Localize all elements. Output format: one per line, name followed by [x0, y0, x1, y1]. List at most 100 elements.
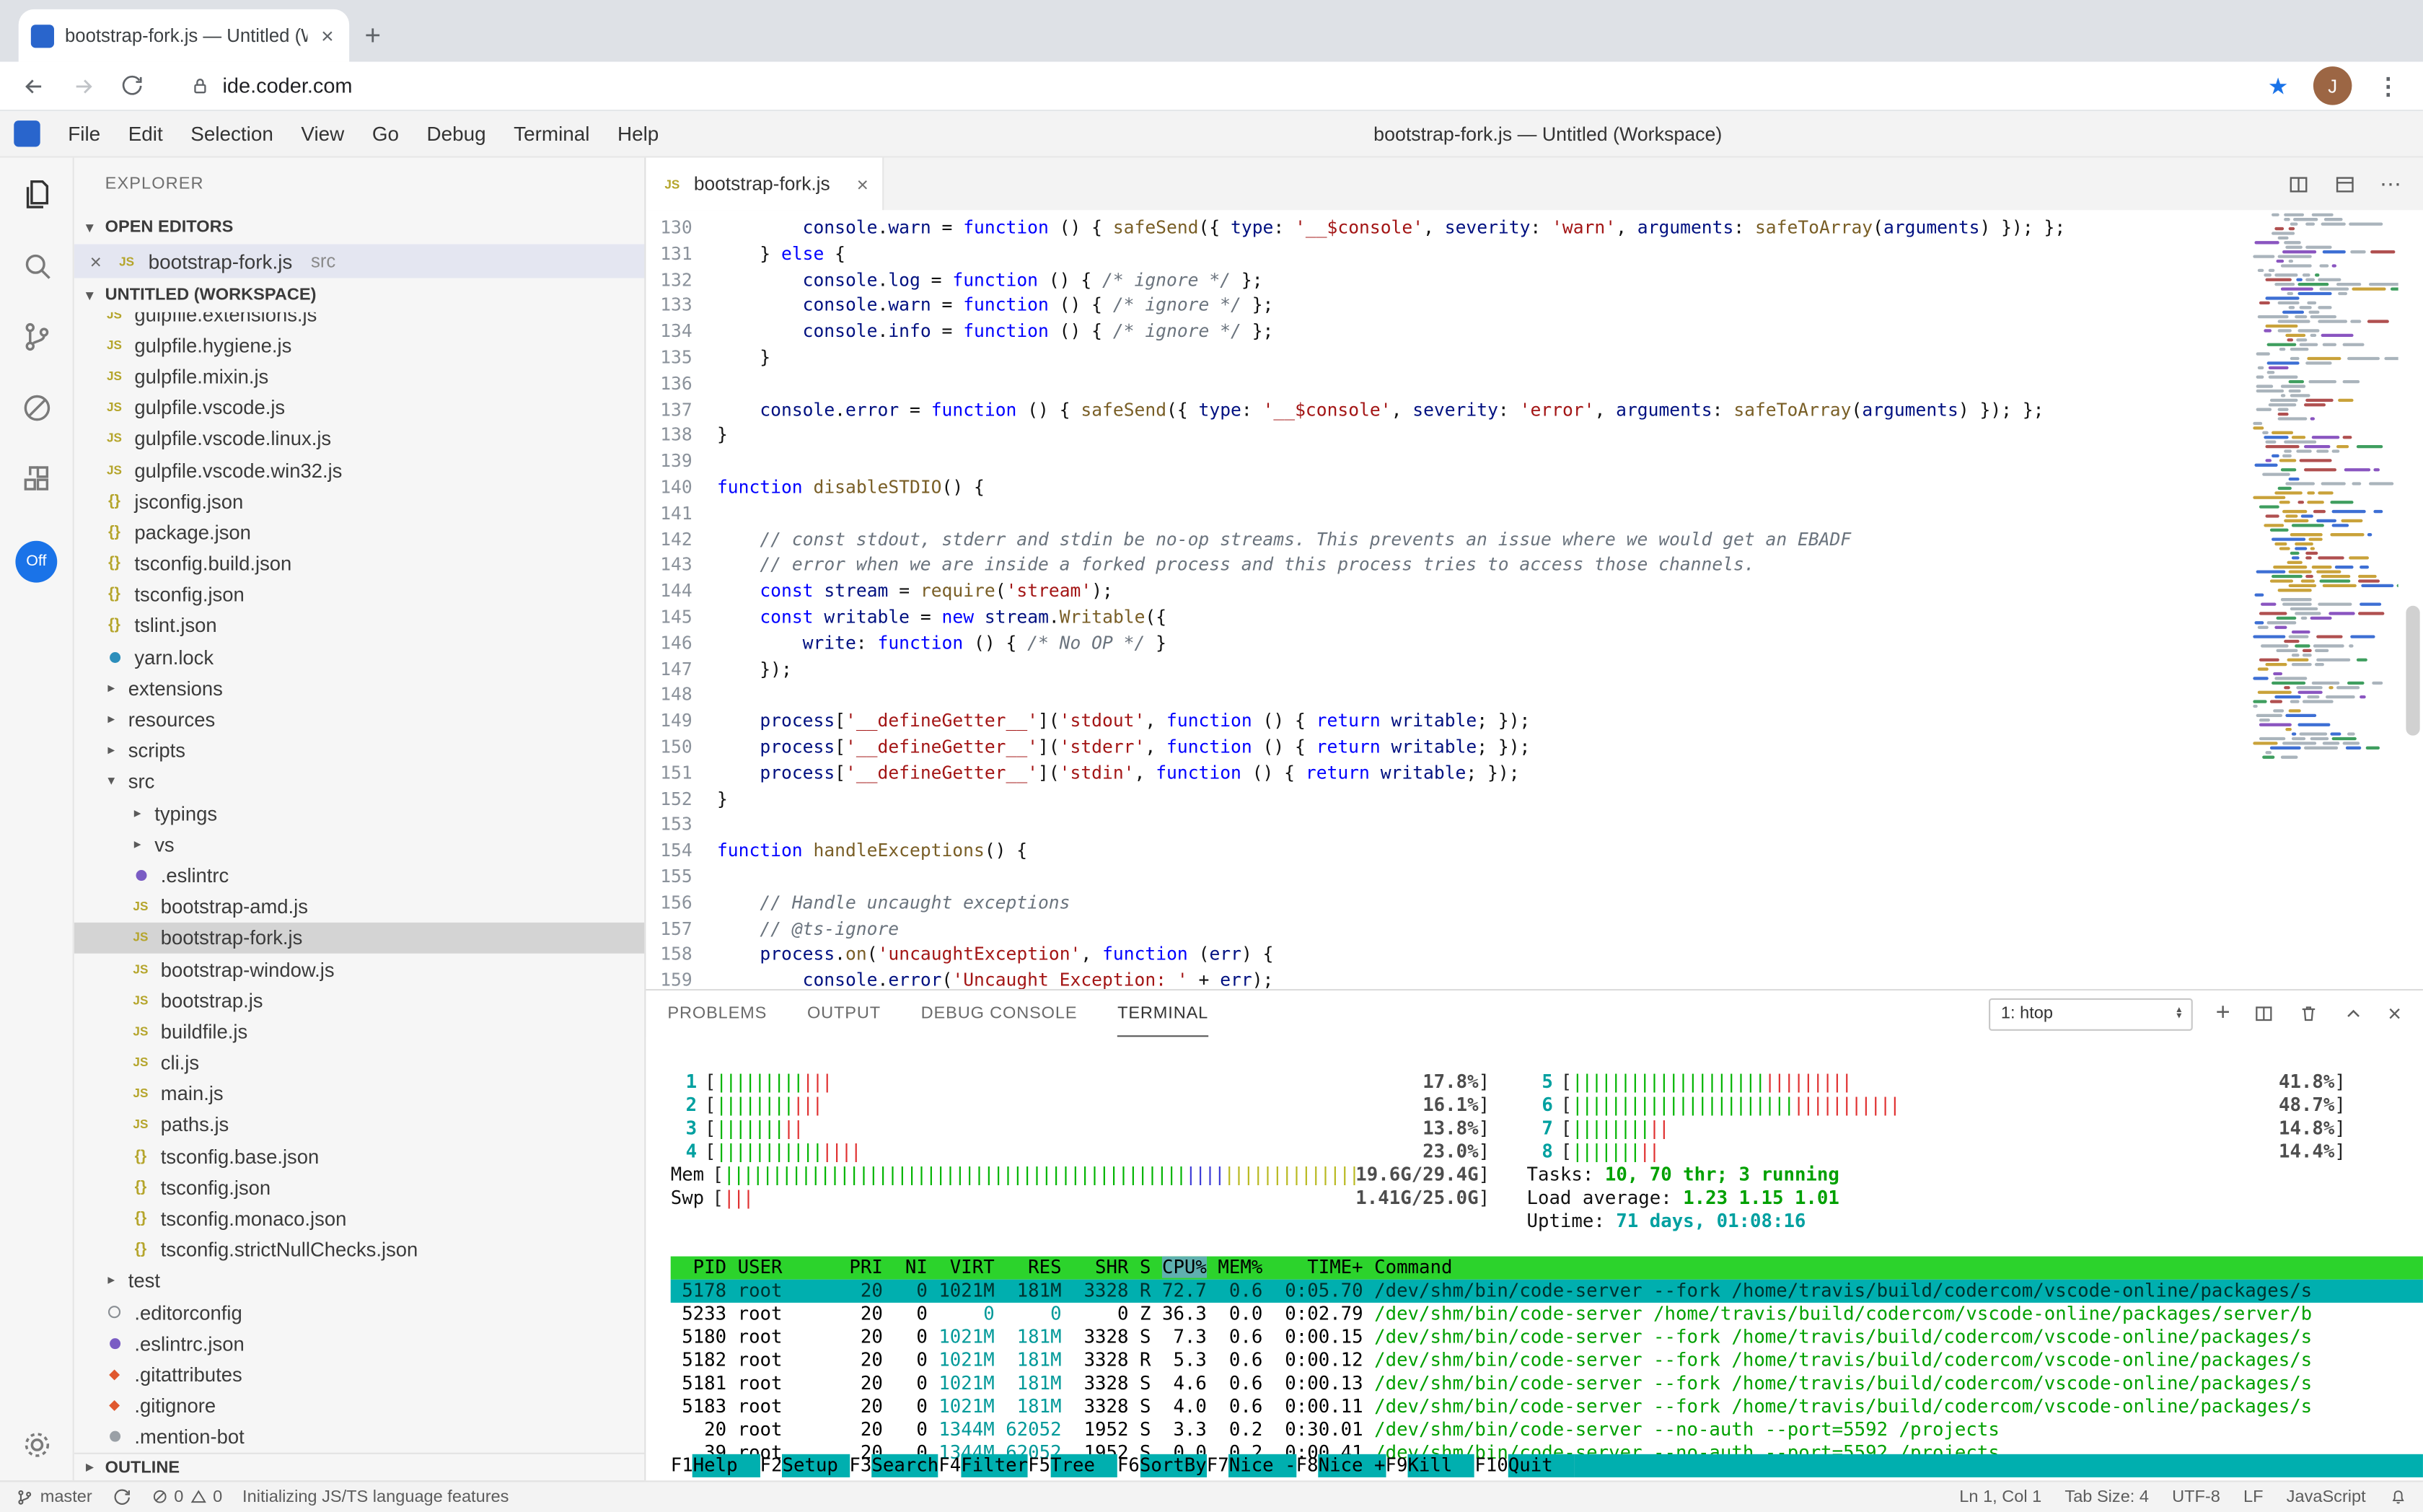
file-row-gulpfile.vscode.win32.js[interactable]: JSgulpfile.vscode.win32.js	[74, 454, 644, 485]
more-actions-icon[interactable]: ⋯	[2380, 171, 2401, 197]
code-line-157[interactable]: 157 // @ts-ignore	[646, 915, 2423, 941]
sync-button[interactable]	[113, 1487, 131, 1506]
back-icon[interactable]	[22, 74, 46, 98]
new-terminal-icon[interactable]: +	[2216, 1000, 2230, 1028]
site-lock-icon[interactable]	[190, 76, 210, 96]
file-row-.editorconfig[interactable]: .editorconfig	[74, 1296, 644, 1327]
menu-go[interactable]: Go	[359, 122, 413, 145]
file-row-tsconfig.monaco.json[interactable]: {}tsconfig.monaco.json	[74, 1203, 644, 1234]
folder-row-test[interactable]: ▸test	[74, 1265, 644, 1296]
menu-edit[interactable]: Edit	[114, 122, 177, 145]
code-line-154[interactable]: 154function handleExceptions() {	[646, 838, 2423, 863]
file-row-.gitattributes[interactable]: ◆.gitattributes	[74, 1359, 644, 1390]
code-line-132[interactable]: 132 console.log = function () { /* ignor…	[646, 267, 2423, 293]
fkey-f10[interactable]: F10Quit	[1474, 1454, 1575, 1477]
code-line-139[interactable]: 139	[646, 449, 2423, 475]
menu-file[interactable]: File	[54, 122, 114, 145]
code-line-147[interactable]: 147 });	[646, 656, 2423, 682]
file-row-main.js[interactable]: JSmain.js	[74, 1078, 644, 1109]
browser-tab[interactable]: bootstrap-fork.js — Untitled (W ×	[19, 9, 349, 62]
code-line-146[interactable]: 146 write: function () { /* No OP */ }	[646, 630, 2423, 656]
search-icon[interactable]	[18, 247, 55, 284]
code-line-152[interactable]: 152}	[646, 786, 2423, 812]
code-line-145[interactable]: 145 const writable = new stream.Writable…	[646, 604, 2423, 630]
fkey-f5[interactable]: F5Tree	[1028, 1454, 1117, 1477]
close-panel-icon[interactable]: ×	[2388, 1001, 2401, 1027]
file-row-tsconfig.json[interactable]: {}tsconfig.json	[74, 579, 644, 610]
file-row-.mention-bot[interactable]: .mention-bot	[74, 1421, 644, 1452]
eol-indicator[interactable]: LF	[2243, 1487, 2264, 1506]
editor-scrollbar[interactable]	[2406, 606, 2419, 736]
code-line-136[interactable]: 136	[646, 371, 2423, 397]
file-row-gulpfile.mixin.js[interactable]: JSgulpfile.mixin.js	[74, 361, 644, 392]
code-line-134[interactable]: 134 console.info = function () { /* igno…	[646, 319, 2423, 345]
file-row-gulpfile.vscode.js[interactable]: JSgulpfile.vscode.js	[74, 392, 644, 423]
menu-terminal[interactable]: Terminal	[500, 122, 604, 145]
folder-row-scripts[interactable]: ▸scripts	[74, 735, 644, 766]
file-row-package.json[interactable]: {}package.json	[74, 517, 644, 548]
tab-close-icon[interactable]: ×	[857, 172, 869, 195]
offline-toggle-badge[interactable]: Off	[15, 541, 57, 583]
code-line-150[interactable]: 150 process['__defineGetter__']('stderr'…	[646, 734, 2423, 760]
open-editor-item[interactable]: × JS bootstrap-fork.js src	[74, 244, 644, 278]
editor-surface[interactable]: 130 console.warn = function () { safeSen…	[646, 210, 2423, 989]
code-line-141[interactable]: 141	[646, 501, 2423, 527]
code-line-156[interactable]: 156 // Handle uncaught exceptions	[646, 889, 2423, 915]
file-row-.eslintrc[interactable]: .eslintrc	[74, 860, 644, 891]
code-line-140[interactable]: 140function disableSTDIO() {	[646, 475, 2423, 501]
forward-icon[interactable]	[71, 74, 96, 98]
settings-gear-icon[interactable]	[19, 1428, 53, 1462]
file-row-.eslintrc.json[interactable]: .eslintrc.json	[74, 1328, 644, 1359]
panel-tab-output[interactable]: OUTPUT	[807, 990, 881, 1037]
address-bar[interactable]: ide.coder.com	[190, 74, 2243, 97]
terminal-picker[interactable]: 1: htop ▲▼	[1989, 998, 2193, 1030]
menu-selection[interactable]: Selection	[177, 122, 287, 145]
panel-tab-terminal[interactable]: TERMINAL	[1117, 990, 1208, 1037]
file-row-cli.js[interactable]: JScli.js	[74, 1047, 644, 1078]
file-row-paths.js[interactable]: JSpaths.js	[74, 1109, 644, 1140]
split-editor-icon[interactable]	[2287, 172, 2310, 195]
fkey-f2[interactable]: F2Setup	[760, 1454, 850, 1477]
file-row-bootstrap-amd.js[interactable]: JSbootstrap-amd.js	[74, 891, 644, 922]
url-text[interactable]: ide.coder.com	[222, 74, 352, 97]
refresh-icon[interactable]	[120, 74, 144, 97]
workspace-header[interactable]: ▾ UNTITLED (WORKSPACE)	[74, 278, 644, 312]
browser-menu-icon[interactable]: ⋮	[2377, 72, 2401, 100]
notifications-bell-icon[interactable]	[2389, 1487, 2408, 1506]
explorer-icon[interactable]	[18, 176, 55, 213]
file-row-gulpfile.extensions.js[interactable]: JSgulpfile.extensions.js	[74, 312, 644, 330]
file-row-.gitignore[interactable]: ◆.gitignore	[74, 1390, 644, 1421]
menu-debug[interactable]: Debug	[413, 122, 500, 145]
file-row-tslint.json[interactable]: {}tslint.json	[74, 610, 644, 641]
code-line-135[interactable]: 135 }	[646, 345, 2423, 371]
close-editor-icon[interactable]: ×	[87, 250, 105, 273]
code-line-159[interactable]: 159 console.error('Uncaught Exception: '…	[646, 967, 2423, 989]
file-row-buildfile.js[interactable]: JSbuildfile.js	[74, 1016, 644, 1047]
file-row-jsconfig.json[interactable]: {}jsconfig.json	[74, 485, 644, 517]
code-line-130[interactable]: 130 console.warn = function () { safeSen…	[646, 215, 2423, 241]
source-control-icon[interactable]	[18, 318, 55, 355]
file-row-bootstrap-fork.js[interactable]: JSbootstrap-fork.js	[74, 922, 644, 953]
code-line-138[interactable]: 138}	[646, 423, 2423, 449]
menu-view[interactable]: View	[287, 122, 358, 145]
language-indicator[interactable]: JavaScript	[2287, 1487, 2366, 1506]
code-line-143[interactable]: 143 // error when we are inside a forked…	[646, 553, 2423, 579]
code-line-148[interactable]: 148	[646, 682, 2423, 708]
toggle-layout-icon[interactable]	[2334, 172, 2357, 195]
tab-size-indicator[interactable]: Tab Size: 4	[2064, 1487, 2149, 1506]
file-row-bootstrap-window.js[interactable]: JSbootstrap-window.js	[74, 954, 644, 985]
code-server-logo[interactable]	[14, 120, 40, 146]
code-line-144[interactable]: 144 const stream = require('stream');	[646, 579, 2423, 605]
avatar[interactable]: J	[2313, 66, 2352, 105]
code-line-142[interactable]: 142 // const stdout, stderr and stdin be…	[646, 527, 2423, 553]
fkey-f3[interactable]: F3Search	[849, 1454, 938, 1477]
file-row-tsconfig.base.json[interactable]: {}tsconfig.base.json	[74, 1140, 644, 1172]
folder-row-extensions[interactable]: ▸extensions	[74, 672, 644, 703]
file-row-yarn.lock[interactable]: yarn.lock	[74, 641, 644, 672]
bookmark-star-icon[interactable]: ★	[2268, 72, 2289, 100]
code-line-137[interactable]: 137 console.error = function () { safeSe…	[646, 397, 2423, 423]
file-row-gulpfile.hygiene.js[interactable]: JSgulpfile.hygiene.js	[74, 330, 644, 361]
folder-row-typings[interactable]: ▸typings	[74, 797, 644, 828]
code-line-133[interactable]: 133 console.warn = function () { /* igno…	[646, 293, 2423, 319]
folder-row-resources[interactable]: ▸resources	[74, 704, 644, 735]
